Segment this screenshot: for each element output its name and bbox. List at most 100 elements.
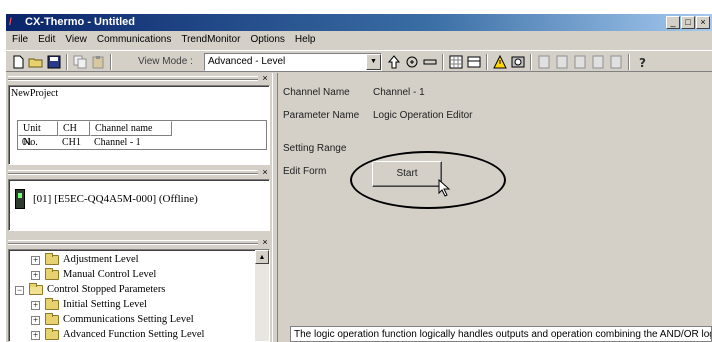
- parameter-tree-panel: × + Adjustment Level + Manual Control Le…: [6, 237, 272, 342]
- toolbar-separator: [110, 54, 112, 70]
- tree-item-label: Control Stopped Parameters: [47, 284, 166, 295]
- device-view: [01] [E5EC-QQ4A5M-000] (Offline): [8, 179, 270, 231]
- menu-help[interactable]: Help: [291, 32, 322, 48]
- description-box: The logic operation function logically h…: [290, 326, 712, 342]
- collapse-icon[interactable]: −: [15, 286, 24, 295]
- help-icon[interactable]: ?: [634, 54, 650, 70]
- transfer-icon[interactable]: [404, 54, 420, 70]
- toolbar-separator: [628, 54, 630, 70]
- project-view: NewProject Unit No. CH Channel name 01 C…: [8, 85, 270, 165]
- minimize-button[interactable]: _: [666, 16, 680, 29]
- menu-file[interactable]: File: [8, 32, 34, 48]
- menu-view[interactable]: View: [61, 32, 93, 48]
- view-mode-value: Advanced - Level: [208, 56, 286, 67]
- vertical-scrollbar[interactable]: ▲: [255, 250, 269, 341]
- unit-table: Unit No. CH Channel name 01 CH1 Channel …: [17, 120, 267, 150]
- expand-icon[interactable]: +: [31, 271, 40, 280]
- table-cell[interactable]: Channel - 1: [90, 136, 190, 149]
- expand-icon[interactable]: +: [31, 331, 40, 340]
- column-header-unit-no[interactable]: Unit No.: [18, 121, 58, 148]
- highlight-ellipse: [350, 151, 506, 209]
- folder-icon: [45, 268, 59, 280]
- parameter-name-value: Logic Operation Editor: [373, 110, 473, 121]
- menu-options[interactable]: Options: [246, 32, 290, 48]
- column-header-ch[interactable]: CH: [58, 121, 90, 136]
- left-pane: × NewProject Unit No. CH Channel name 01…: [6, 73, 272, 342]
- menu-trendmonitor[interactable]: TrendMonitor: [177, 32, 246, 48]
- menu-edit[interactable]: Edit: [34, 32, 61, 48]
- project-panel: × NewProject Unit No. CH Channel name 01…: [6, 73, 272, 167]
- doc-icon[interactable]: [572, 54, 588, 70]
- expand-icon[interactable]: +: [31, 316, 40, 325]
- folder-icon: [45, 298, 59, 310]
- tree-item-manual-control-level[interactable]: + Manual Control Level: [9, 267, 249, 282]
- panel-grip: [8, 244, 258, 246]
- grid-icon[interactable]: [448, 54, 464, 70]
- up-arrow-icon[interactable]: [386, 54, 402, 70]
- close-icon[interactable]: ×: [260, 167, 270, 177]
- toolbar-separator: [486, 54, 488, 70]
- close-icon[interactable]: ×: [260, 73, 270, 83]
- paste-icon[interactable]: [90, 54, 106, 70]
- doc-icon[interactable]: [554, 54, 570, 70]
- doc-icon[interactable]: [590, 54, 606, 70]
- open-folder-icon: [29, 283, 43, 295]
- edit-form-label: Edit Form: [283, 166, 327, 177]
- app-window: / CX-Thermo - Untitled _ □ × File Edit V…: [6, 14, 712, 342]
- scroll-up-icon[interactable]: ▲: [255, 250, 269, 264]
- tree-item-label: Adjustment Level: [63, 254, 139, 265]
- close-button[interactable]: ×: [696, 16, 710, 29]
- new-file-icon[interactable]: [10, 54, 26, 70]
- folder-icon: [45, 253, 59, 265]
- project-name[interactable]: NewProject: [9, 86, 269, 102]
- title-bar[interactable]: / CX-Thermo - Untitled _ □ ×: [6, 14, 712, 31]
- tree-item-label: Manual Control Level: [63, 269, 157, 280]
- folder-icon: [45, 328, 59, 340]
- toolbar-separator: [530, 54, 532, 70]
- table-cell[interactable]: CH1: [58, 136, 90, 149]
- window-controls: _ □ ×: [666, 16, 710, 29]
- device-icon: [15, 189, 25, 209]
- expand-icon[interactable]: +: [31, 301, 40, 310]
- menu-bar: File Edit View Communications TrendMonit…: [6, 31, 712, 49]
- compare-icon[interactable]: [510, 54, 526, 70]
- expand-icon[interactable]: +: [31, 256, 40, 265]
- view-mode-label: View Mode :: [138, 56, 193, 67]
- tree-item-label: Initial Setting Level: [63, 299, 147, 310]
- channel-name-label: Channel Name: [283, 87, 350, 98]
- tree-item-adjustment-level[interactable]: + Adjustment Level: [9, 252, 249, 267]
- column-header-channel-name[interactable]: Channel name: [90, 121, 172, 136]
- table-icon[interactable]: [466, 54, 482, 70]
- tree-item-control-stopped-parameters[interactable]: − Control Stopped Parameters: [9, 282, 249, 297]
- channel-name-value: Channel - 1: [373, 87, 425, 98]
- tree-item-label: Communications Setting Level: [63, 314, 194, 325]
- copy-icon[interactable]: [72, 54, 88, 70]
- device-label[interactable]: [01] [E5EC-QQ4A5M-000] (Offline): [33, 192, 198, 206]
- maximize-button[interactable]: □: [681, 16, 695, 29]
- warning-icon[interactable]: [492, 54, 508, 70]
- tree-item-initial-setting-level[interactable]: + Initial Setting Level: [9, 297, 249, 312]
- table-cell[interactable]: 01: [18, 136, 58, 149]
- tree-item-advanced-function-setting-level[interactable]: + Advanced Function Setting Level: [9, 327, 249, 342]
- link-icon[interactable]: [422, 54, 438, 70]
- toolbar-separator: [66, 54, 68, 70]
- chevron-down-icon[interactable]: ▼: [366, 54, 381, 70]
- folder-icon: [45, 313, 59, 325]
- panel-grip: [8, 174, 258, 176]
- save-icon[interactable]: [46, 54, 62, 70]
- open-folder-icon[interactable]: [28, 54, 44, 70]
- doc-icon[interactable]: [608, 54, 624, 70]
- tree-item-communications-setting-level[interactable]: + Communications Setting Level: [9, 312, 249, 327]
- svg-text:?: ?: [639, 56, 646, 70]
- window-title: CX-Thermo - Untitled: [25, 16, 135, 28]
- view-mode-select[interactable]: Advanced - Level ▼: [204, 53, 382, 71]
- doc-icon[interactable]: [536, 54, 552, 70]
- parameter-editor: Channel Name Channel - 1 Parameter Name …: [278, 73, 712, 342]
- menu-communications[interactable]: Communications: [93, 32, 177, 48]
- toolbar: View Mode : Advanced - Level ▼ ?: [6, 50, 712, 72]
- description-text: The logic operation function logically h…: [294, 329, 712, 340]
- close-icon[interactable]: ×: [260, 237, 270, 247]
- tree-item-label: Advanced Function Setting Level: [63, 329, 205, 340]
- device-panel: × [01] [E5EC-QQ4A5M-000] (Offline): [6, 167, 272, 237]
- setting-range-label: Setting Range: [283, 143, 347, 154]
